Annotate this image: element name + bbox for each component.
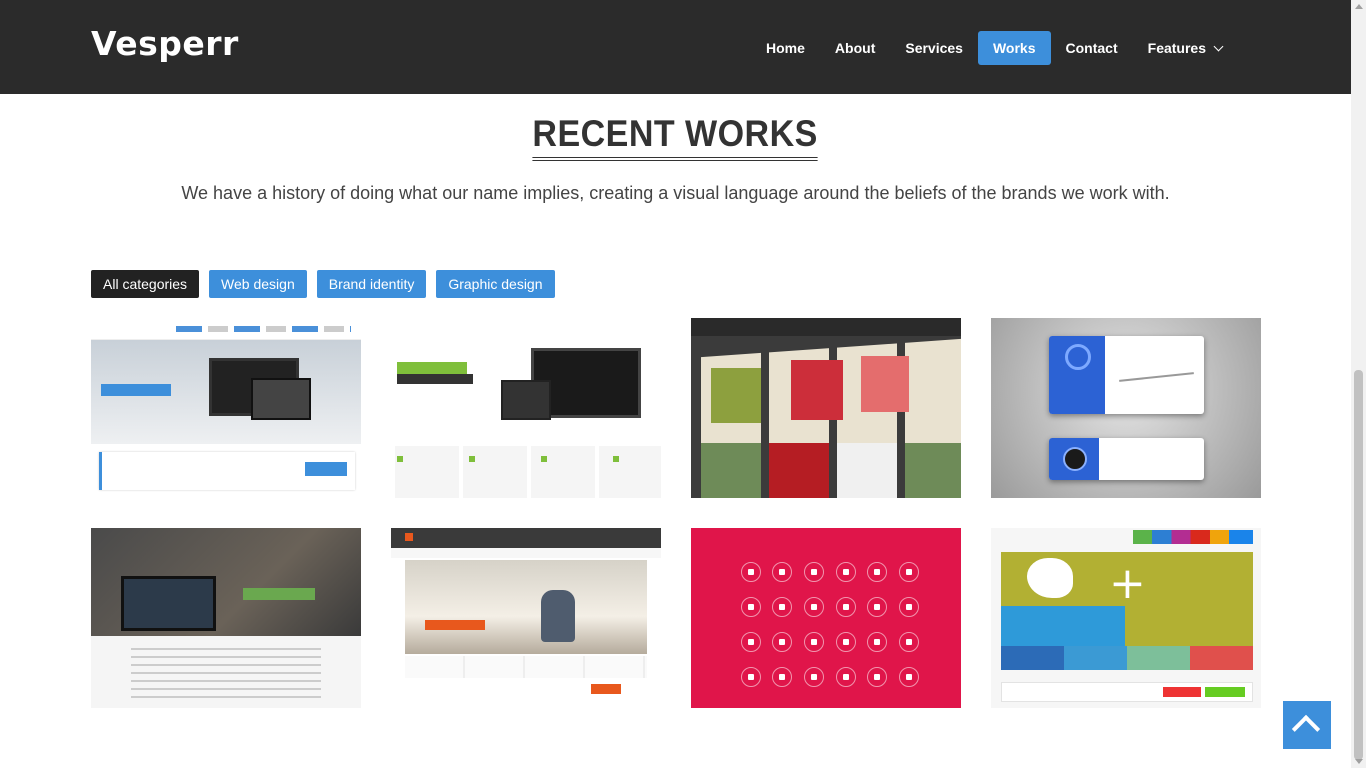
broadcast-icon <box>899 561 920 582</box>
thumb-gauge <box>1065 344 1091 370</box>
page-scrollbar[interactable] <box>1351 0 1366 768</box>
portfolio-item-spartan[interactable] <box>391 528 661 708</box>
thumb-button <box>243 588 315 600</box>
thumb-button <box>1163 687 1201 697</box>
close-icon <box>772 631 793 652</box>
scroll-down-arrow[interactable] <box>1355 759 1363 764</box>
briefcase-icon <box>899 596 920 617</box>
nav-home[interactable]: Home <box>751 31 820 65</box>
thumb-button <box>591 684 621 694</box>
thumb-nav <box>176 326 351 332</box>
filter-brand-identity[interactable]: Brand identity <box>316 270 427 298</box>
chevron-up-icon <box>1291 714 1321 744</box>
thumb-text <box>131 648 321 698</box>
focus-icon <box>772 666 793 687</box>
back-to-top-button[interactable] <box>1283 701 1331 749</box>
tag-icon <box>772 561 793 582</box>
thumb-shot <box>791 360 843 420</box>
text-icon <box>867 631 888 652</box>
thumb-line-chart <box>1119 372 1194 382</box>
check-icon <box>804 631 825 652</box>
repeat-icon <box>772 596 793 617</box>
thumb-button <box>1205 687 1245 697</box>
thumb-icon-grid <box>735 554 925 694</box>
portfolio-item-metro-theme[interactable]: + <box>991 528 1261 708</box>
portfolio-item-icons[interactable] <box>691 528 961 708</box>
thumb-icon <box>1063 447 1087 471</box>
link-icon <box>867 561 888 582</box>
thumb-logo <box>405 533 413 541</box>
nav-about[interactable]: About <box>820 31 890 65</box>
thumb-device <box>501 380 551 420</box>
list-icon <box>899 631 920 652</box>
thumb-label <box>425 620 485 630</box>
site-header: Vesperr Home About Services Works Contac… <box>0 0 1351 94</box>
thumb-header <box>691 318 961 336</box>
thumb-card <box>1049 438 1204 480</box>
scroll-up-arrow[interactable] <box>1355 4 1363 9</box>
page-title: RECENT WORKS <box>532 113 819 161</box>
thumb-shot <box>711 368 761 423</box>
portfolio-item-stats-widget[interactable] <box>991 318 1261 498</box>
portfolio-item-serenity[interactable] <box>391 318 661 498</box>
thumb-cta-button <box>305 462 347 476</box>
pencil-icon <box>740 631 761 652</box>
portfolio-item-skeio[interactable] <box>91 528 361 708</box>
thumb-nav <box>1133 530 1253 544</box>
chart-icon <box>804 561 825 582</box>
thumb-label <box>397 362 467 374</box>
thumb-nav <box>391 548 661 558</box>
thumb-panel <box>1001 606 1125 646</box>
thumb-device <box>121 576 216 631</box>
thumb-device <box>251 378 311 420</box>
print-icon <box>867 666 888 687</box>
thumb-badge <box>101 384 171 396</box>
portfolio-item-lumia[interactable] <box>91 318 361 498</box>
thumb-hero <box>405 560 647 654</box>
thumb-feature-icons <box>397 456 657 462</box>
nav-features-label: Features <box>1147 40 1206 56</box>
main-nav: Home About Services Works Contact Featur… <box>751 31 1237 65</box>
thumb-shots-row <box>701 443 961 498</box>
section-subtitle: We have a history of doing what our name… <box>181 183 1170 203</box>
trash-icon <box>835 596 856 617</box>
thumb-tiles <box>1001 646 1253 670</box>
portfolio-filters: All categories Web design Brand identity… <box>91 270 555 298</box>
section-heading: RECENT WORKS <box>0 113 1351 161</box>
audio-icon <box>867 596 888 617</box>
nav-services[interactable]: Services <box>890 31 978 65</box>
brand-logo[interactable]: Vesperr <box>91 24 239 63</box>
thumb-card <box>1049 336 1204 414</box>
nav-contact[interactable]: Contact <box>1051 31 1133 65</box>
plus-icon: + <box>1109 558 1146 609</box>
nav-features[interactable]: Features <box>1133 31 1237 65</box>
scroll-thumb[interactable] <box>1354 370 1363 760</box>
thumb-features <box>405 656 647 678</box>
user-icon <box>804 596 825 617</box>
thumb-header <box>391 528 661 548</box>
nav-works[interactable]: Works <box>977 31 1051 65</box>
bird-icon <box>1027 558 1073 598</box>
copy-icon <box>740 666 761 687</box>
thumb-shot <box>861 356 909 412</box>
thumb-card-panel <box>1049 336 1105 414</box>
filter-graphic-design[interactable]: Graphic design <box>436 270 555 298</box>
thumb-features <box>391 446 661 498</box>
monitor-icon <box>899 666 920 687</box>
battery-icon <box>835 666 856 687</box>
dropper-icon <box>835 631 856 652</box>
thumb-person <box>541 590 575 642</box>
chevron-down-icon <box>1213 41 1224 52</box>
portfolio-grid: + <box>91 318 1261 708</box>
pin-icon <box>835 561 856 582</box>
thumb-label <box>397 374 473 384</box>
home-icon <box>740 561 761 582</box>
filter-all-categories[interactable]: All categories <box>91 270 200 298</box>
filter-web-design[interactable]: Web design <box>209 270 307 298</box>
portfolio-item-dribbble[interactable] <box>691 318 961 498</box>
mail-icon <box>804 666 825 687</box>
thumb-cta <box>99 452 355 490</box>
thumb-card-panel <box>1049 438 1099 480</box>
cutlery-icon <box>740 596 761 617</box>
